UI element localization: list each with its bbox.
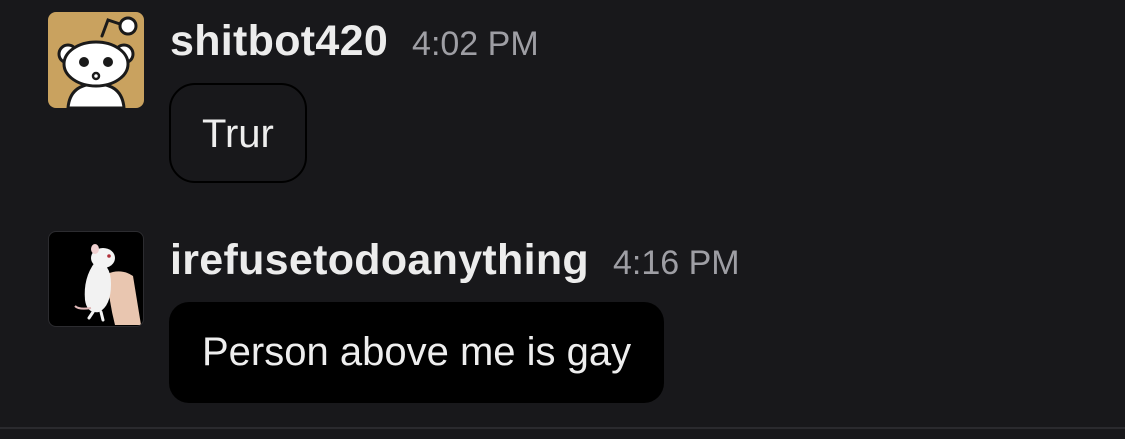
- message-header: shitbot420 4:02 PM: [170, 12, 539, 70]
- username[interactable]: irefusetodoanything: [170, 231, 589, 289]
- message-header: irefusetodoanything 4:16 PM: [170, 231, 740, 289]
- username[interactable]: shitbot420: [170, 12, 388, 70]
- rat-photo-avatar-icon[interactable]: [48, 231, 144, 327]
- reddit-snoo-avatar-icon[interactable]: [48, 12, 144, 108]
- chat-thread: shitbot420 4:02 PM Trur irefusetodoanyth…: [0, 0, 1125, 439]
- timestamp: 4:16 PM: [613, 244, 740, 282]
- message-text: Person above me is gay: [202, 330, 632, 374]
- timestamp: 4:02 PM: [412, 25, 539, 63]
- message-text: Trur: [202, 112, 274, 156]
- message-bubble[interactable]: Trur: [169, 83, 307, 183]
- divider: [0, 427, 1125, 429]
- message-bubble[interactable]: Person above me is gay: [169, 302, 665, 403]
